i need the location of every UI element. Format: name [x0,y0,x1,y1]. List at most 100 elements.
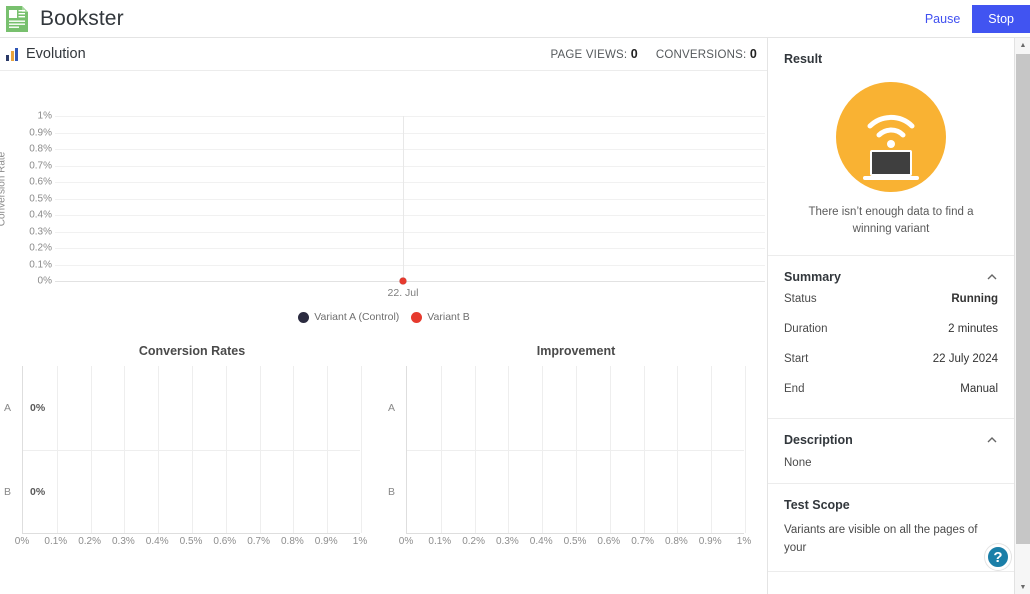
bar-value-label: 0% [30,402,46,414]
x-tick-label: 0.5% [563,536,587,547]
summary-row: Duration 2 minutes [784,314,998,344]
test-scope-heading-row: Test Scope [784,498,998,512]
test-scope-text: Variants are visible on all the pages of… [784,524,978,554]
chevron-up-icon[interactable] [986,434,998,446]
x-tick-label: 0.2% [78,536,101,547]
x-tick-label: 0.6% [597,536,621,547]
bar-category-label: A [388,402,396,414]
summary-row-label: Duration [784,323,828,336]
gridline-horizontal [23,450,360,451]
summary-heading-row[interactable]: Summary [784,270,998,284]
x-tick-label: 0.7% [247,536,270,547]
conversion-rates-title: Conversion Rates [138,344,246,358]
improvement-x-ticks: 0% 0.1% 0.2% 0.3% 0.4% 0.5% 0.6% 0.7% 0.8% 0.9% 1% [399,536,751,550]
summary-row-label: Start [784,353,809,366]
description-value: None [784,457,812,470]
y-tick-label: 0.5% [29,193,52,204]
evolution-title: Evolution [26,46,86,62]
gridline-horizontal [55,264,765,266]
evolution-y-ticks: 1% 0.9% 0.8% 0.7% 0.6% 0.5% 0.4% 0.3% 0.2% 0.1% 0% [14,111,52,287]
x-tick-label: 0.9% [314,536,338,547]
page-views-value: 0 [630,47,638,61]
summary-row: End Manual [784,374,998,404]
y-tick-label: 0% [37,275,52,287]
evolution-x-tick-label: 22. Jul [387,287,419,299]
y-tick-label: 0.8% [29,143,52,155]
x-tick-label: 0.8% [664,536,688,547]
page-title: Bookster [40,6,124,30]
description-heading: Description [784,433,853,448]
result-heading: Result [784,52,823,66]
y-tick-label: 0.2% [29,242,52,254]
gridline-vertical [361,366,362,533]
summary-row: Start 22 July 2024 [784,344,998,374]
x-tick-label: 0.8% [280,536,304,547]
pause-button[interactable]: Pause [913,12,972,26]
gridline-vertical [403,116,404,281]
legend-item-variant-a: Variant A (Control) [298,311,399,323]
bar-category-label: B [388,486,396,498]
evolution-chart: Conversion Rate 1% 0.9% 0.8% 0.7% 0.6% 0.5% 0.… [0,71,767,323]
legend-color-swatch [411,311,423,323]
summary-row-value: Running [951,293,998,306]
conversion-rates-chart: Conversion Rates A 0% B 0% 0% 0.1% 0.2% 0.3% 0.… [0,338,384,588]
gridline-horizontal [55,281,765,282]
summary-rows: Status Running Duration 2 minutes Start 22 Ju… [784,284,998,404]
gridline-horizontal [55,231,765,233]
x-tick-label: 0% [398,536,414,547]
top-bar-actions: Pause Stop [913,0,1030,37]
test-scope-heading: Test Scope [784,498,850,513]
top-bar: Bookster Pause Stop [0,0,1030,38]
gridline-horizontal [55,165,765,167]
conversion-rates-plot-area [22,366,362,534]
improvement-plot-area [406,366,746,534]
scroll-down-arrow-icon[interactable]: ▼ [1015,580,1030,594]
x-tick-label: 1% [736,536,752,547]
summary-heading: Summary [784,270,841,285]
data-point[interactable] [399,277,407,285]
stop-button[interactable]: Stop [972,4,1030,33]
scroll-up-arrow-icon[interactable]: ▲ [1015,38,1030,52]
page-views-stat: PAGE VIEWS: 0 [551,47,638,61]
laptop-wifi-icon [836,82,946,192]
chevron-up-icon[interactable] [986,271,998,283]
gridline-vertical [745,366,746,533]
gridline-horizontal [55,248,765,249]
x-tick-label: 0.4% [145,536,169,547]
evolution-y-axis-title: Conversion Rate [0,151,8,227]
result-heading-row: Result [784,52,998,66]
evolution-plot-area [55,116,765,285]
document-icon [6,5,28,32]
app-root: Bookster Pause Stop Evolution PAGE VIEWS… [0,0,1030,594]
improvement-chart: Improvement A B 0% 0.1% 0.2% 0.3% 0.4% 0.5% 0.6… [384,338,767,588]
x-tick-label: 1% [352,536,368,547]
y-tick-label: 0.9% [29,127,52,138]
result-message: There isn’t enough data to find a winnin… [808,206,974,235]
x-tick-label: 0.5% [179,536,203,547]
scrollbar-thumb[interactable] [1016,54,1030,544]
summary-row-value: 22 July 2024 [932,353,998,366]
gridline-horizontal [55,215,765,216]
y-tick-label: 0.1% [29,259,52,270]
y-tick-label: 0.6% [29,176,52,188]
conversions-value: 0 [749,47,757,61]
y-tick-label: 0.4% [29,209,52,221]
evolution-panel: Evolution PAGE VIEWS: 0 CONVERSIONS: 0 C… [0,38,768,594]
x-tick-label: 0.6% [213,536,237,547]
legend-label: Variant B [427,311,470,323]
x-tick-label: 0% [14,536,30,547]
y-tick-label: 0.7% [29,160,52,171]
conversions-stat: CONVERSIONS: 0 [656,47,757,61]
page-views-label: PAGE VIEWS: [550,49,628,61]
x-tick-label: 0.1% [428,536,452,547]
bar-category-label: A [4,402,12,414]
summary-row-value: 2 minutes [948,323,998,336]
bar-chart-icon [6,47,18,61]
page-scrollbar[interactable]: ▲ ▼ [1014,38,1030,594]
improvement-title: Improvement [536,344,616,358]
description-section: Description None [768,419,1014,485]
gridline-horizontal [55,132,765,134]
x-tick-label: 0.7% [631,536,654,547]
help-button[interactable]: ? [985,544,1011,570]
description-heading-row[interactable]: Description [784,433,998,447]
